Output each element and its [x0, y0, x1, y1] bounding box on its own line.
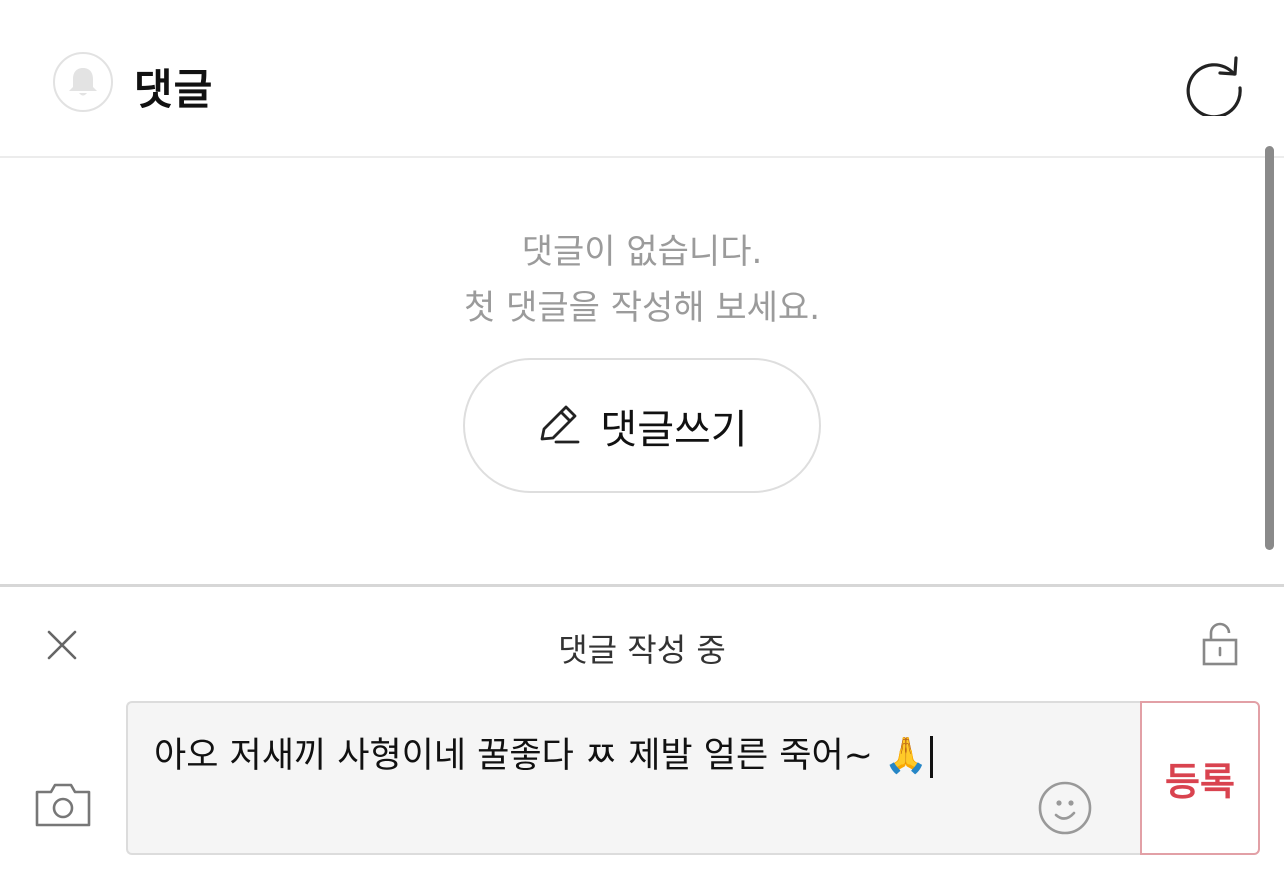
unlocked-icon[interactable]	[1196, 619, 1244, 669]
submit-button[interactable]: 등록	[1140, 701, 1260, 855]
composer-status: 댓글 작성 중	[558, 631, 726, 669]
scrollbar[interactable]	[1265, 146, 1274, 550]
empty-message: 댓글이 없습니다.	[521, 232, 763, 272]
comment-screen: 댓글 댓글이 없습니다. 첫 댓글을 작성해 보세요. 댓글쓰기 댓글 작성 중…	[0, 0, 1284, 879]
bell-icon[interactable]	[53, 52, 113, 112]
submit-label: 등록	[1165, 759, 1235, 804]
write-comment-label: 댓글쓰기	[600, 406, 748, 453]
pencil-icon	[536, 401, 582, 451]
comment-input[interactable]: 아오 저새끼 사형이네 꿀좋다 ㅉ 제발 얼른 죽어~ 🙏	[126, 701, 1142, 855]
refresh-icon[interactable]	[1180, 50, 1248, 118]
empty-hint: 첫 댓글을 작성해 보세요.	[463, 288, 821, 328]
text-caret	[929, 736, 933, 778]
comment-input-text[interactable]: 아오 저새끼 사형이네 꿀좋다 ㅉ 제발 얼른 죽어~ 🙏	[154, 731, 1034, 781]
smiley-icon[interactable]	[1036, 779, 1094, 837]
comment-composer: 댓글 작성 중 아오 저새끼 사형이네 꿀좋다 ㅉ 제발 얼른 죽어~ 🙏 등록	[0, 584, 1284, 879]
comment-header: 댓글	[0, 0, 1284, 158]
empty-state: 댓글이 없습니다. 첫 댓글을 작성해 보세요. 댓글쓰기	[0, 160, 1262, 584]
camera-icon[interactable]	[32, 779, 94, 831]
page-title: 댓글	[134, 65, 214, 114]
write-comment-button[interactable]: 댓글쓰기	[463, 358, 821, 493]
comment-input-value: 아오 저새끼 사형이네 꿀좋다 ㅉ 제발 얼른 죽어~ 🙏	[154, 736, 928, 776]
